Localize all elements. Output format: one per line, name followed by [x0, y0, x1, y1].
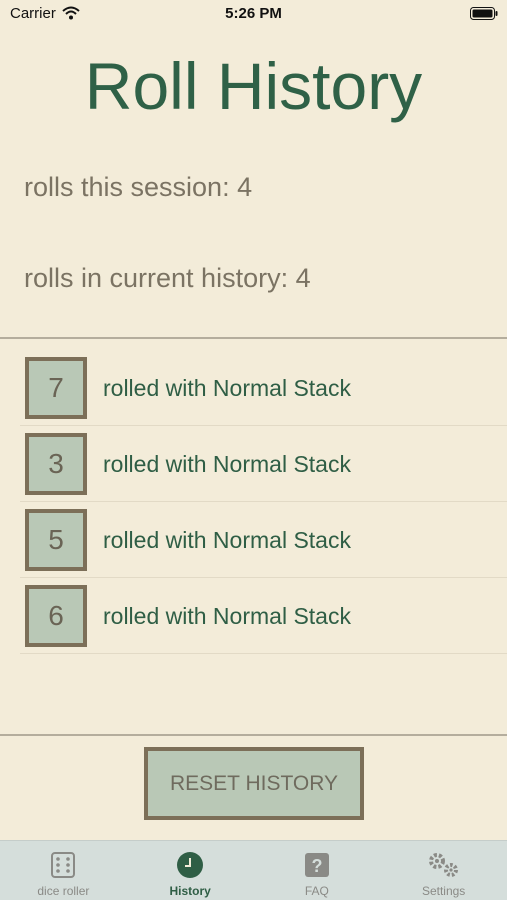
question-icon: ? — [304, 853, 329, 877]
status-bar: Carrier 5:26 PM — [0, 0, 507, 30]
screen: Carrier 5:26 PM Roll History rolls this … — [0, 0, 507, 900]
roll-value-box: 5 — [25, 509, 87, 571]
tab-label: History — [169, 884, 211, 898]
divider — [0, 734, 507, 736]
tab-dice-roller[interactable]: dice roller — [0, 841, 127, 900]
tab-label: Settings — [421, 884, 466, 898]
tab-faq[interactable]: ? FAQ — [254, 841, 381, 900]
roll-value-box: 7 — [25, 357, 87, 419]
page-title: Roll History — [84, 49, 423, 123]
battery-icon — [470, 7, 498, 20]
tab-label: FAQ — [304, 884, 329, 898]
roll-description: rolled with Normal Stack — [103, 527, 351, 553]
history-list: 7 rolled with Normal Stack 3 rolled with… — [20, 350, 507, 654]
tab-settings[interactable]: Settings — [380, 841, 507, 900]
tab-label: dice roller — [37, 884, 90, 898]
tab-bar: dice roller History ? FAQ Settings — [0, 840, 507, 900]
roll-description: rolled with Normal Stack — [103, 603, 351, 629]
svg-text:?: ? — [311, 856, 322, 876]
roll-value-box: 3 — [25, 433, 87, 495]
gears-icon — [428, 853, 458, 877]
rolls-history-count: rolls in current history: 4 — [24, 263, 311, 293]
rolls-session-count: rolls this session: 4 — [24, 172, 253, 202]
roll-description: rolled with Normal Stack — [103, 375, 351, 401]
clock-icon — [177, 852, 204, 878]
status-time: 5:26 PM — [225, 5, 282, 22]
history-row[interactable]: 6 rolled with Normal Stack — [20, 578, 507, 654]
dice-icon — [51, 852, 76, 878]
history-row[interactable]: 7 rolled with Normal Stack — [20, 350, 507, 426]
divider — [0, 337, 507, 339]
roll-description: rolled with Normal Stack — [103, 451, 351, 477]
reset-history-button[interactable]: RESET HISTORY — [144, 747, 364, 820]
tab-history[interactable]: History — [127, 841, 254, 900]
history-row[interactable]: 5 rolled with Normal Stack — [20, 502, 507, 578]
roll-value-box: 6 — [25, 585, 87, 647]
history-row[interactable]: 3 rolled with Normal Stack — [20, 426, 507, 502]
